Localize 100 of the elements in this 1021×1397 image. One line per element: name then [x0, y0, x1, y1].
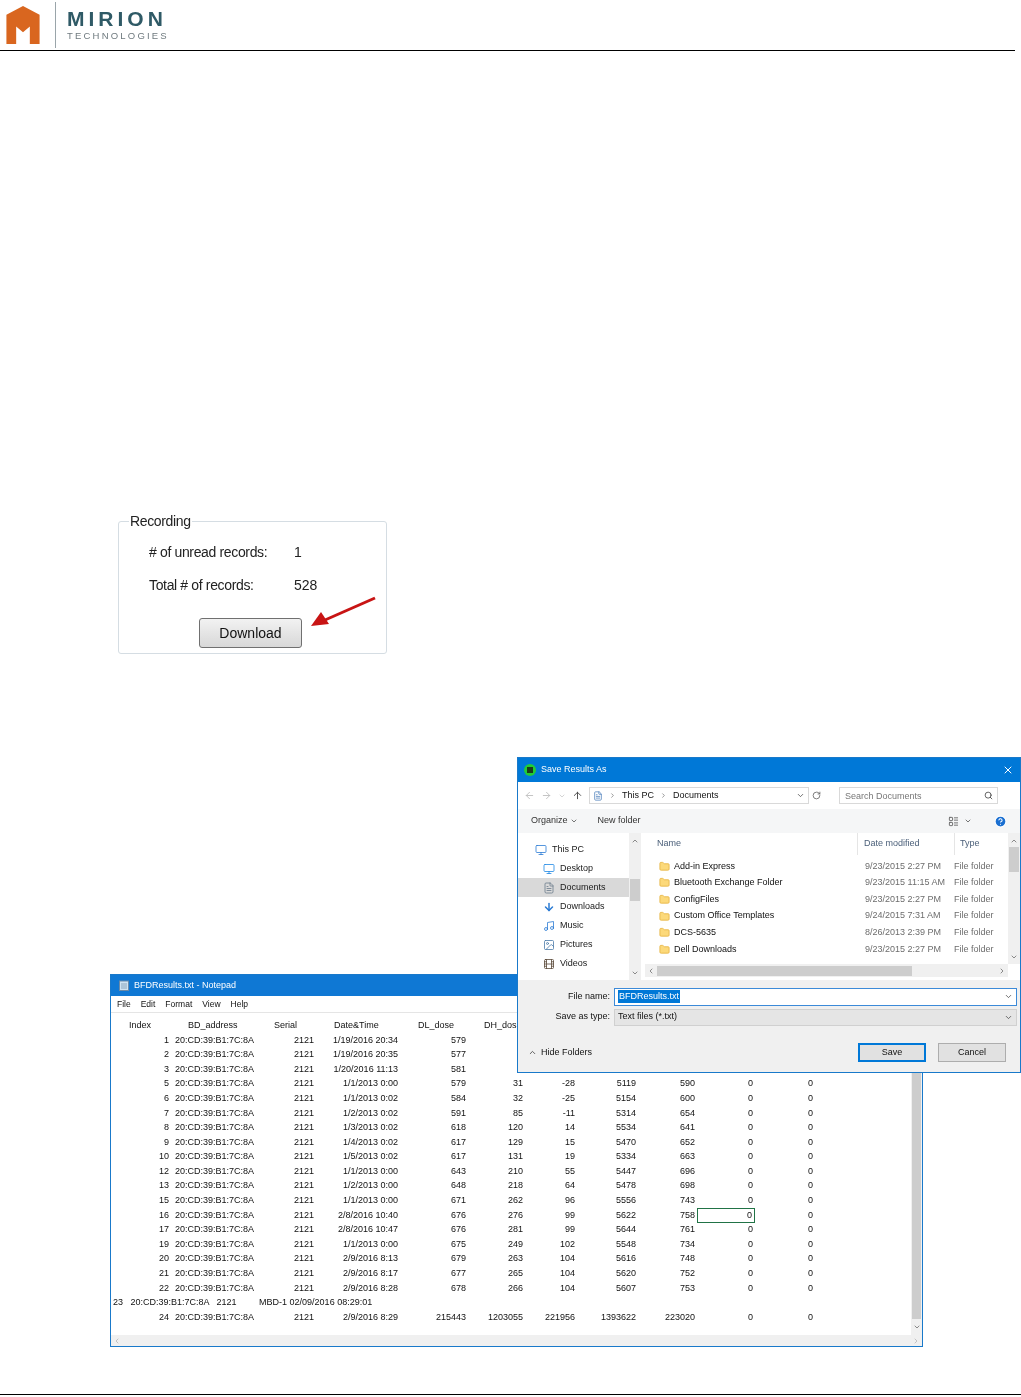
- menu-item[interactable]: View: [202, 997, 221, 1011]
- table-cell-text: 223020: [663, 1310, 696, 1324]
- table-cell-text: 21: [158, 1267, 170, 1281]
- table-cell-text: 1: [163, 1033, 170, 1047]
- download-button[interactable]: Download: [199, 618, 302, 648]
- nav-item[interactable]: Music: [518, 916, 629, 935]
- table-cell-text: -11: [561, 1106, 576, 1120]
- column-header: BD_address: [188, 1018, 239, 1032]
- nav-item[interactable]: Documents: [518, 878, 629, 897]
- dialog-button[interactable]: Cancel: [938, 1043, 1006, 1062]
- scroll-left-icon[interactable]: [647, 966, 655, 975]
- scrollbar-thumb[interactable]: [630, 879, 640, 901]
- refresh-icon[interactable]: [812, 791, 821, 800]
- folder-icon: [659, 860, 670, 872]
- field-label: Total # of records:: [149, 576, 255, 595]
- menu-item[interactable]: File: [117, 997, 131, 1011]
- table-cell-text: 20:CD:39:B1:7C:8A: [174, 1267, 256, 1281]
- forward-icon[interactable]: [541, 790, 552, 801]
- scroll-down-icon[interactable]: [1010, 953, 1018, 961]
- scroll-down-icon[interactable]: [912, 1323, 921, 1331]
- folder-icon: [659, 894, 670, 905]
- table-cell-text: 20:CD:39:B1:7C:8A: [174, 1062, 256, 1076]
- table-cell-text: 2121: [292, 1194, 315, 1208]
- up-icon[interactable]: [572, 790, 583, 801]
- file-name: Add-in Express: [674, 859, 737, 873]
- nav-item[interactable]: Pictures: [518, 935, 629, 954]
- back-icon[interactable]: [524, 790, 535, 801]
- menu-item[interactable]: Format: [165, 997, 193, 1011]
- table-cell-text: 7: [163, 1106, 170, 1120]
- vertical-scrollbar[interactable]: [629, 833, 641, 980]
- nav-item[interactable]: This PC: [518, 840, 629, 859]
- dropdown-icon[interactable]: [796, 791, 805, 800]
- file-row[interactable]: Custom Office Templates 9/24/2015 7:31 AM File folder: [645, 907, 1008, 925]
- file-row[interactable]: DCS-5635 8/26/2013 2:39 PM File folder: [645, 924, 1008, 941]
- breadcrumb[interactable]: Documents: [673, 788, 719, 803]
- scroll-right-icon[interactable]: [998, 966, 1006, 975]
- file-row[interactable]: Add-in Express 9/23/2015 2:27 PM File folder: [645, 858, 1008, 875]
- table-cell-text: 5447: [614, 1164, 637, 1178]
- scroll-left-icon[interactable]: [113, 1336, 121, 1345]
- column-header[interactable]: Date modified: [858, 833, 955, 855]
- table-cell-text: 5607: [614, 1281, 637, 1295]
- table-cell-text: 20:CD:39:B1:7C:8A: [174, 1048, 256, 1062]
- address-bar[interactable]: This PC Documents: [589, 787, 809, 804]
- table-cell-text: 584: [449, 1091, 467, 1105]
- menu-item[interactable]: Edit: [140, 997, 156, 1011]
- text-line: 23 20:CD:39:B1:7C:8A 2121 MBD-1 02/09/2016 08:29:01: [113, 1296, 373, 1310]
- nav-item[interactable]: Downloads: [518, 897, 629, 916]
- file-row[interactable]: Dell Downloads 9/23/2015 2:27 PM File folder: [645, 940, 1008, 958]
- file-name: ConfigFiles: [674, 892, 721, 906]
- scroll-right-icon[interactable]: [912, 1336, 920, 1345]
- table-cell-text: 2121: [292, 1310, 315, 1324]
- table-cell-text: 2121: [292, 1091, 315, 1105]
- view-icon[interactable]: [948, 815, 959, 827]
- horizontal-scrollbar[interactable]: [645, 964, 1008, 977]
- scroll-down-icon[interactable]: [631, 969, 639, 977]
- table-cell-text: 5314: [614, 1106, 637, 1120]
- dropdown-icon[interactable]: [569, 817, 578, 825]
- scrollbar-thumb[interactable]: [657, 965, 912, 976]
- table-cell-text: 31: [512, 1077, 524, 1091]
- table-cell-text: 5556: [614, 1194, 637, 1208]
- table-cell-text: 0: [747, 1077, 754, 1091]
- table-cell-text: 1/2/2013 0:02: [341, 1106, 399, 1120]
- table-cell-text: 579: [449, 1077, 467, 1091]
- menu-item[interactable]: Help: [230, 997, 249, 1011]
- logo-icon: [5, 5, 41, 45]
- help-icon[interactable]: [994, 814, 1007, 828]
- horizontal-scrollbar[interactable]: [111, 1335, 922, 1346]
- vertical-scrollbar[interactable]: [1008, 833, 1020, 964]
- scroll-up-icon[interactable]: [631, 837, 639, 845]
- nav-item[interactable]: Desktop: [518, 859, 629, 878]
- dialog-button[interactable]: Save: [858, 1043, 926, 1062]
- file-date: 9/23/2015 11:15 AM: [864, 876, 946, 890]
- close-icon[interactable]: [1002, 764, 1014, 776]
- toolbar-button[interactable]: New folder: [597, 814, 641, 828]
- dropdown-icon[interactable]: [1004, 992, 1013, 1001]
- caret-icon[interactable]: [528, 1048, 537, 1057]
- scroll-up-icon[interactable]: [1010, 837, 1018, 845]
- file-row[interactable]: ConfigFiles 9/23/2015 2:27 PM File folder: [645, 891, 1008, 908]
- file-type-select[interactable]: Text files (*.txt): [614, 1008, 1017, 1026]
- table-cell-text: 2121: [292, 1281, 315, 1295]
- table-cell-text: 1/5/2013 0:02: [341, 1150, 399, 1164]
- toolbar-button[interactable]: Organize: [531, 814, 568, 828]
- group-title: Recording: [129, 512, 192, 531]
- table-cell-text: 20:CD:39:B1:7C:8A: [174, 1281, 256, 1295]
- column-header[interactable]: Name: [645, 833, 858, 855]
- search-field[interactable]: Search Documents: [839, 787, 998, 804]
- table-cell-text: 0: [747, 1121, 754, 1135]
- breadcrumb[interactable]: This PC: [622, 788, 654, 803]
- file-date: 9/23/2015 2:27 PM: [864, 942, 943, 956]
- table-cell-text: 752: [678, 1267, 696, 1281]
- column-header[interactable]: Type: [955, 833, 980, 855]
- hide-folders-link[interactable]: Hide Folders: [541, 1045, 593, 1060]
- dropdown-icon[interactable]: [964, 817, 972, 825]
- table-cell-text: 266: [506, 1281, 524, 1295]
- nav-item[interactable]: Videos: [518, 954, 629, 973]
- table-cell-text: 0: [807, 1077, 814, 1091]
- scrollbar-thumb[interactable]: [1009, 847, 1019, 872]
- column-header: Serial: [274, 1018, 298, 1032]
- file-row[interactable]: Bluetooth Exchange Folder 9/23/2015 11:15 AM File folder: [645, 874, 1008, 892]
- file-name-field[interactable]: BFDResults.txt: [614, 987, 1017, 1006]
